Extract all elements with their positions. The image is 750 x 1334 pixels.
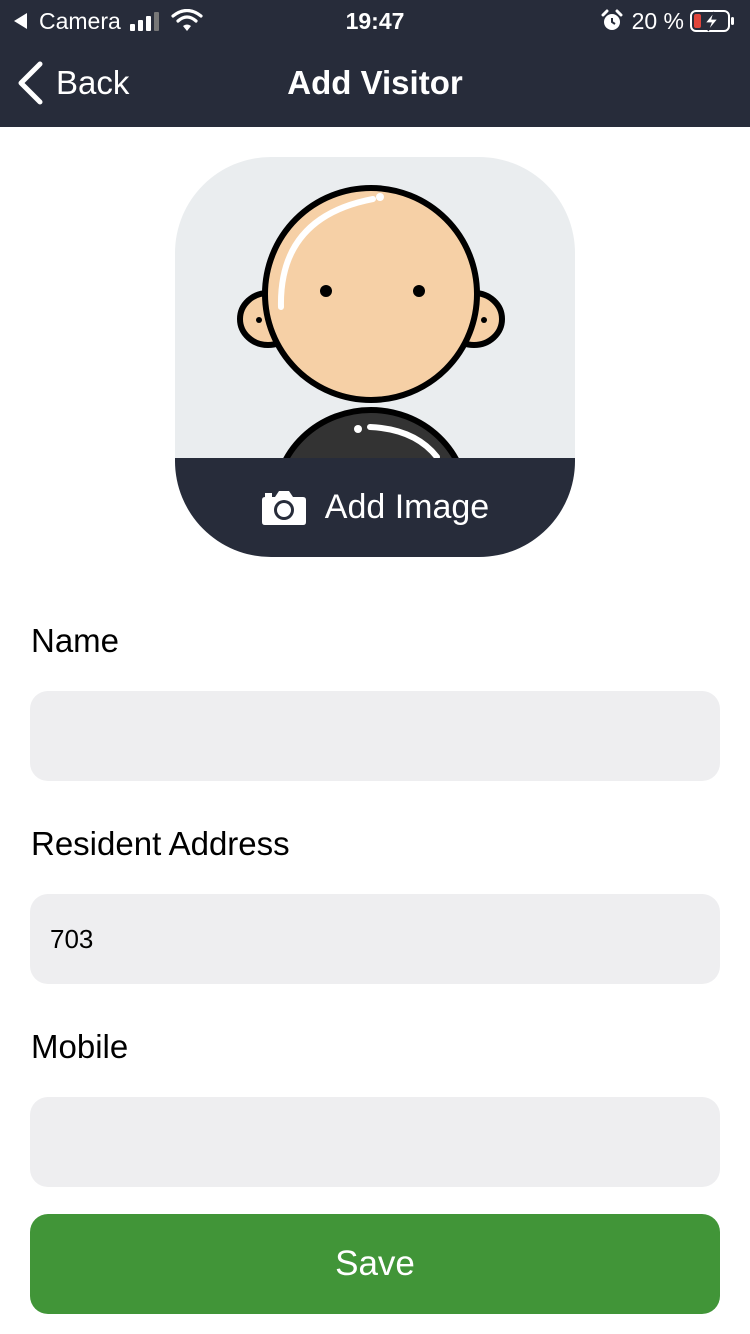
mobile-label: Mobile: [31, 1028, 129, 1065]
battery-charging-icon: [690, 10, 734, 32]
camera-icon: [261, 490, 306, 525]
top-bar: Camera 19:47 20 % Back Add Visitor: [0, 0, 750, 127]
add-image-button[interactable]: Add Image: [175, 458, 575, 557]
visitor-avatar[interactable]: Add Image: [175, 157, 575, 557]
status-right: 20 %: [600, 6, 736, 36]
name-field[interactable]: [30, 691, 720, 781]
resident-address-field[interactable]: 703: [30, 894, 720, 984]
resident-address-label: Resident Address: [31, 825, 290, 862]
battery-percent: 20 %: [631, 7, 684, 34]
page-title: Add Visitor: [287, 64, 463, 101]
mobile-field[interactable]: [30, 1097, 720, 1187]
status-bar: Camera 19:47 20 %: [0, 0, 750, 42]
alarm-icon: [601, 9, 623, 30]
save-button[interactable]: Save: [30, 1214, 720, 1314]
add-image-label: Add Image: [324, 488, 490, 526]
name-label: Name: [31, 622, 120, 659]
